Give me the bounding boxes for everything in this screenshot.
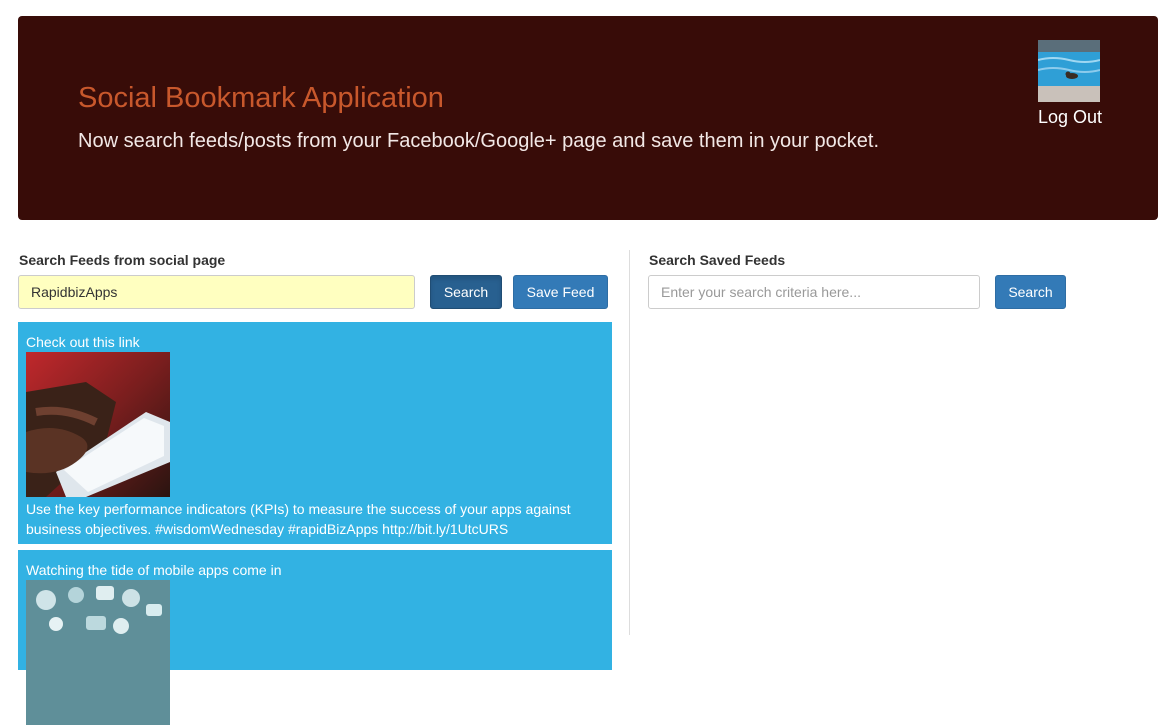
feed-image[interactable]: [26, 580, 170, 725]
saved-search-label: Search Saved Feeds: [649, 252, 786, 268]
page-subtitle: Now search feeds/posts from your Faceboo…: [78, 130, 879, 152]
mobile-apps-image: [26, 580, 170, 725]
feed-list: Check out this link Use the key performa…: [18, 322, 612, 725]
social-search-label: Search Feeds from social page: [19, 252, 226, 268]
page-title: Social Bookmark Application: [78, 82, 444, 114]
saved-search-input[interactable]: [648, 275, 980, 309]
logout-link[interactable]: Log Out: [1032, 107, 1108, 128]
feed-title: Watching the tide of mobile apps come in: [26, 562, 282, 578]
saved-search-button[interactable]: Search: [995, 275, 1066, 309]
feed-item[interactable]: Check out this link Use the key performa…: [18, 322, 612, 544]
avatar-pool-image: [1038, 40, 1100, 102]
social-search-button[interactable]: Search: [430, 275, 502, 309]
avatar[interactable]: [1038, 40, 1100, 102]
save-feed-button[interactable]: Save Feed: [513, 275, 608, 309]
panel-divider: [629, 250, 630, 635]
phone-hand-image: [26, 352, 170, 497]
header-banner: Social Bookmark Application Now search f…: [18, 16, 1158, 220]
feed-text: Use the key performance indicators (KPIs…: [26, 501, 571, 537]
social-search-input[interactable]: [18, 275, 415, 309]
feed-item[interactable]: Watching the tide of mobile apps come in: [18, 550, 612, 725]
feed-image[interactable]: [26, 352, 170, 497]
feed-title: Check out this link: [26, 334, 140, 350]
